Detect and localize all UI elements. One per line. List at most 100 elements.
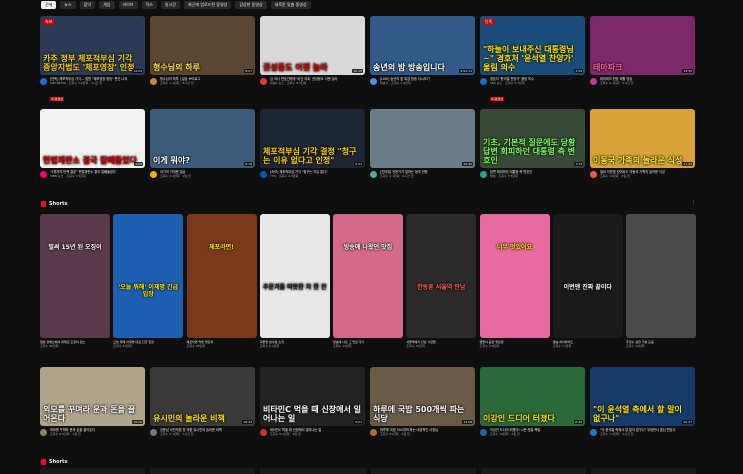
video-meta: 아기의 귀여운 일상 조회수 2.2만회 · 1일 전 — [150, 170, 255, 178]
chip-recently-uploaded[interactable]: 최근에 업로드된 동영상 — [183, 1, 232, 9]
channel-avatar[interactable] — [260, 78, 267, 85]
short-card[interactable]: 추운겨울 따뜻한 차 한 잔 겨울철 필수템 소개 조회수 6.2만회 — [259, 214, 330, 350]
short-card[interactable]: 주짓수 실전 기술 모음 조회수 24만회 — [626, 214, 696, 350]
video-thumbnail[interactable]: 비타민C 먹을 때 신장에서 일어나는 일 9:51 — [260, 367, 365, 426]
thumbnail-title: 송년의 밤 방송입니다 — [373, 63, 445, 72]
channel-avatar[interactable] — [150, 78, 157, 85]
video-card[interactable]: 이강인 드디어 터졌다 6:42 이강인 드디어 터졌다! 시즌 첫골 폭발 조회수 … — [480, 367, 585, 455]
video-card[interactable]: 속보 카추 정부 체포적부심 기각 중앙지법도 '체포영장' 인정 12:04 [단독… — [40, 16, 145, 104]
video-thumbnail[interactable]: 유시민의 놀라운 비책 18:44 — [150, 367, 255, 426]
video-card[interactable]: 테마파크 14:30 테마파크 현장 체험 영상 조회수 4.1천회 · 5시간 전 — [590, 16, 695, 104]
short-thumbnail[interactable]: 방송에 나왔던 맛집 — [333, 214, 403, 338]
video-thumbnail[interactable]: 이게 뭐야? 6:18 — [150, 109, 255, 168]
channel-avatar[interactable] — [40, 171, 47, 178]
video-card[interactable]: 하루에 국밥 500개씩 파는 식당 13:08 하루에 국밥 500개씩 파는 내… — [370, 367, 475, 455]
channel-avatar[interactable] — [590, 171, 597, 178]
chip-watched[interactable]: 감상한 동영상 — [235, 1, 267, 9]
video-card[interactable]: 기초, 기본적 질문에도 당황 답변 회피하던 대통령 측 변호인 7:33 답변 … — [480, 109, 585, 197]
short-thumbnail[interactable]: 이번엔 진짜 끝이다 — [552, 214, 623, 338]
chip-news[interactable]: 뉴스 — [60, 1, 76, 9]
video-card[interactable]: "이 윤석열 측에서 할 말이 없구나" 10:27 "이 윤석열 측에서 할 말이… — [590, 367, 695, 455]
video-thumbnail[interactable]: 형수님의 하루 8:27 — [150, 16, 255, 75]
short-thumbnail[interactable] — [626, 214, 696, 338]
short-thumbnail[interactable]: '오늘 뭐해' 이재명 긴급 입장 — [113, 214, 184, 338]
video-thumbnail[interactable]: 하루에 국밥 500개씩 파는 식당 13:08 — [370, 367, 475, 426]
video-card[interactable]: 유시민의 놀라운 비책 18:44 김용남 국민의힘 전 의원 유시민의 놀라운 비… — [150, 367, 255, 455]
channel-avatar[interactable] — [590, 78, 597, 85]
short-card[interactable]: 방송에 나왔던 맛집 방송에 나온 그 맛집 후기 조회수 13만회 — [333, 214, 403, 350]
channel-info: 조회수 1.1만회 · 3시간 전 — [160, 81, 194, 86]
short-thumbnail[interactable]: 체포라면! — [186, 214, 257, 338]
short-overlay-text: 너무 멋있어요 — [496, 244, 533, 251]
channel-avatar[interactable] — [480, 429, 487, 436]
video-thumbnail[interactable]: "이 윤석열 측에서 할 말이 없구나" 10:27 — [590, 367, 695, 426]
channel-avatar[interactable] — [370, 78, 377, 85]
chip-live[interactable]: 라이브 — [118, 1, 138, 9]
video-thumbnail[interactable]: 22:40 — [370, 109, 475, 168]
short-card[interactable]: 너무 멋있어요 팬들이 뽑은 명장면 조회수 9.8만회 — [479, 214, 550, 350]
video-card[interactable]: 송년의 밤 방송입니다 1:02:11 [LIVE] 송년의 밤 특집 방송 다시보… — [370, 16, 475, 104]
video-card[interactable]: 체포적부심 기각 결정 "청구는 이유 없다고 인정" 2:51 [속보] 체포적부… — [260, 109, 365, 197]
channel-avatar[interactable] — [590, 429, 597, 436]
chip-music[interactable]: 음악 — [79, 1, 96, 9]
chip-mix[interactable]: 믹스 — [141, 1, 157, 9]
video-thumbnail[interactable]: 테마파크 14:30 — [590, 16, 695, 75]
video-thumbnail[interactable]: 기초, 기본적 질문에도 당황 답변 회피하던 대통령 측 변호인 7:33 — [480, 109, 585, 168]
video-thumbnail[interactable]: 이동국 가족의 놀라운 식성 11:09 — [590, 109, 695, 168]
video-card[interactable]: 이동국 가족의 놀라운 식성 11:09 벌써 이만큼 컸어요?! 이동국 가족의 … — [590, 109, 695, 197]
video-card[interactable]: 외모를 꾸며라 운과 돈을 끌어온다 15:20 외모를 꾸며라 운과 돈을 끌어온… — [40, 367, 145, 455]
video-thumbnail[interactable]: 속보 카추 정부 체포적부심 기각 중앙지법도 '체포영장' 인정 12:04 — [40, 16, 145, 75]
channel-avatar[interactable] — [40, 78, 47, 85]
video-duration: 11:09 — [682, 162, 693, 166]
video-meta: 답변 회피하던 대통령 측 변호인 채널 · 조회수 3.5만회 — [480, 170, 585, 178]
video-thumbnail[interactable]: 외모를 꾸며라 운과 돈을 끌어온다 15:20 — [40, 367, 145, 426]
chip-new-to-you[interactable]: 새로운 맞춤 동영상 — [270, 1, 311, 9]
channel-info: MBN 뉴스 · 조회수 7.9만회 — [50, 174, 86, 179]
video-duration: 9:02 — [134, 162, 143, 166]
chip-all[interactable]: 전체 — [41, 1, 57, 9]
video-card[interactable]: 22:40 [인터뷰] 전문가가 말하는 정국 전망 조회수 9.1천회 · 6시간… — [370, 109, 475, 197]
channel-avatar[interactable] — [260, 171, 267, 178]
thumbnail-title: 이게 뭐야? — [153, 156, 190, 165]
video-card[interactable]: 비타민C 먹을 때 신장에서 일어나는 일 9:51 비타민C 먹을 때 신장에서 … — [260, 367, 365, 455]
thumbnail-title: 체포적부심 기각 결정 "청구는 이유 없다고 인정" — [263, 147, 357, 165]
video-thumbnail[interactable]: 단독 "하늘이 보내주신 대통령님~" 경호처 '윤석열 찬양가' 울림 의수 3:… — [480, 16, 585, 75]
video-duration: 2:51 — [354, 162, 363, 166]
video-card[interactable]: 권성동도 이젠 놀라 10:15 김 여사 변호인에게 '비선 의혹' 권성동도 이… — [260, 16, 365, 104]
channel-avatar[interactable] — [480, 171, 487, 178]
chip-gaming[interactable]: 게임 — [99, 1, 115, 9]
video-thumbnail[interactable]: 권성동도 이젠 놀라 10:15 — [260, 16, 365, 75]
channel-avatar[interactable] — [480, 78, 487, 85]
video-thumbnail[interactable]: 이강인 드디어 터졌다 6:42 — [480, 367, 585, 426]
channel-info: 조회수 4.1천회 · 5시간 전 — [600, 81, 634, 86]
chip-realtime[interactable]: 실시간 — [160, 1, 180, 9]
video-card[interactable]: 형수님의 하루 8:27 형수님의 하루 | 일상 브이로그 조회수 1.1만회 · … — [150, 16, 255, 104]
short-overlay-text: 추운겨울 따뜻한 차 한 잔 — [262, 284, 327, 291]
short-card[interactable]: 체포라면! 체포라면 먹방 챌린지 조회수 45만회 — [186, 214, 257, 350]
video-card[interactable]: 이게 뭐야? 6:18 아기의 귀여운 일상 조회수 2.2만회 · 1일 전 — [150, 109, 255, 197]
short-thumbnail[interactable]: 벌써 15년 된 오징어 — [40, 214, 110, 338]
video-thumbnail[interactable]: 체포적부심 기각 결정 "청구는 이유 없다고 인정" 2:51 — [260, 109, 365, 168]
channel-avatar[interactable] — [40, 429, 47, 436]
thumbnail-title: 헌법재판소 결국 칼빼들었다 — [43, 156, 137, 165]
channel-avatar[interactable] — [260, 429, 267, 436]
short-thumbnail[interactable]: 너무 멋있어요 — [479, 214, 550, 338]
channel-avatar[interactable] — [370, 429, 377, 436]
short-thumbnail[interactable]: 추운겨울 따뜻한 차 한 잔 — [259, 214, 330, 338]
video-grid-2: 외모를 꾸며라 운과 돈을 끌어온다 15:20 외모를 꾸며라 운과 돈을 끌어온… — [40, 367, 696, 455]
more-options-icon[interactable]: ⋮ — [691, 200, 696, 206]
thumbnail-title: 하루에 국밥 500개씩 파는 식당 — [373, 405, 465, 423]
video-card[interactable]: 헌법재판소 결국 칼빼들었다 9:02 "1월까지 탄핵 결론" 헌법재판소 결국 … — [40, 109, 145, 197]
channel-info: 조회수 2.2만회 · 1일 전 — [160, 174, 191, 179]
short-card[interactable]: 벌써 15년 된 오징어 일본 유튜브에서 화제인 오징어 댄스 조회수 88만회 — [40, 214, 110, 350]
short-card[interactable]: 이번엔 진짜 끝이다 결승 하이라이트 조회수 17만회 — [552, 214, 623, 350]
channel-avatar[interactable] — [150, 171, 157, 178]
short-thumbnail[interactable]: 한동훈 서울역 만남 — [406, 214, 477, 338]
channel-avatar[interactable] — [370, 171, 377, 178]
video-card[interactable]: 단독 "하늘이 보내주신 대통령님~" 경호처 '윤석열 찬양가' 울림 의수 3:… — [480, 16, 585, 104]
channel-avatar[interactable] — [150, 429, 157, 436]
short-card[interactable]: 한동훈 서울역 만남 서울역에서 만난 시민들 조회수 32만회 — [406, 214, 477, 350]
video-thumbnail[interactable]: 송년의 밤 방송입니다 1:02:11 — [370, 16, 475, 75]
short-card[interactable]: '오늘 뭐해' 이재명 긴급 입장 오늘 뭐해 이재명 대표 긴급 입장 조회수 2… — [113, 214, 184, 350]
video-thumbnail[interactable]: 헌법재판소 결국 칼빼들었다 9:02 — [40, 109, 145, 168]
